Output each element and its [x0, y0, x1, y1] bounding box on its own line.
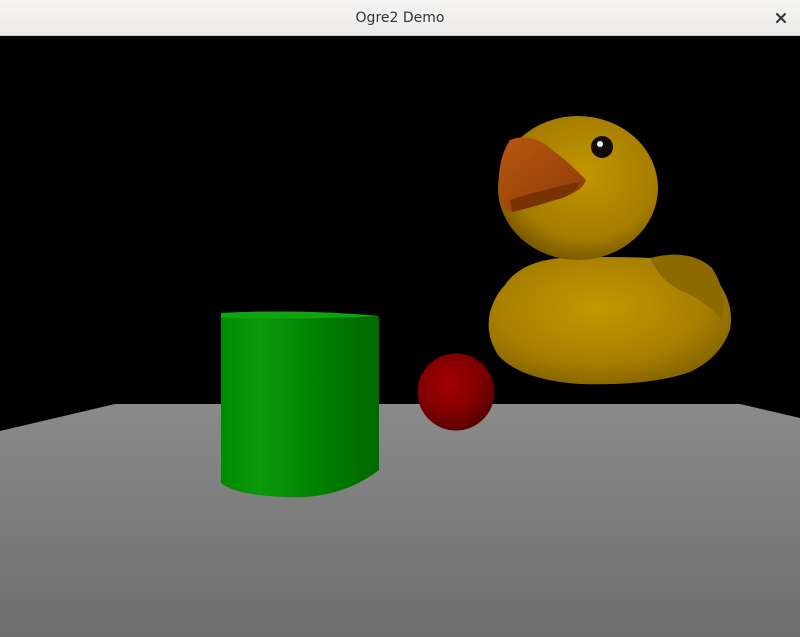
app-window: Ogre2 Demo	[0, 0, 800, 637]
3d-scene	[0, 116, 800, 637]
close-button[interactable]	[768, 5, 794, 31]
title-bar[interactable]: Ogre2 Demo	[0, 0, 800, 36]
red-sphere	[417, 353, 495, 431]
render-viewport[interactable]	[0, 36, 800, 637]
green-cylinder	[221, 311, 379, 498]
ground-plane	[0, 404, 800, 637]
window-title: Ogre2 Demo	[355, 10, 445, 26]
rubber-duck	[488, 116, 731, 385]
close-icon	[776, 13, 786, 23]
